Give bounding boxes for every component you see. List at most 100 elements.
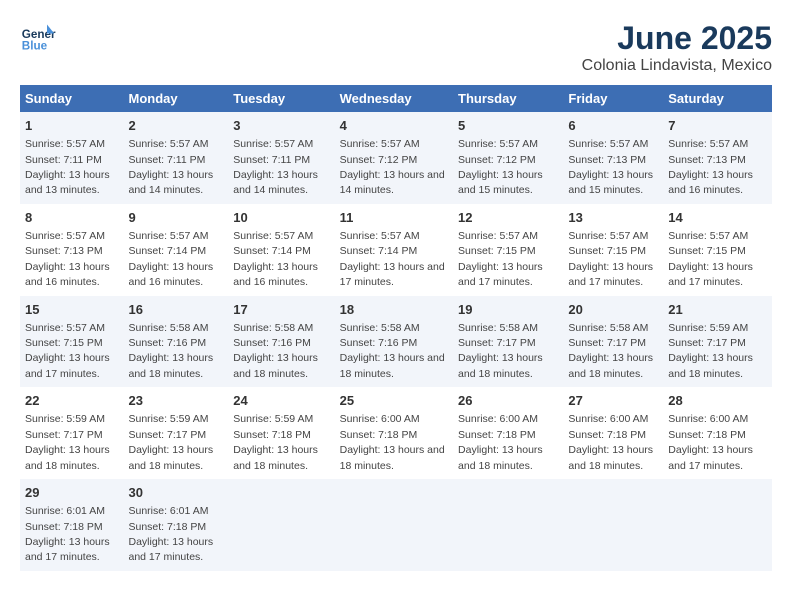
calendar-cell-week3-day1: 15 Sunrise: 5:57 AM Sunset: 7:15 PM Dayl… [20, 296, 123, 388]
calendar-header-row: Sunday Monday Tuesday Wednesday Thursday… [20, 85, 772, 112]
sunrise-info: Sunrise: 5:57 AM [458, 138, 538, 150]
calendar-week-3: 15 Sunrise: 5:57 AM Sunset: 7:15 PM Dayl… [20, 296, 772, 388]
day-number: 3 [233, 117, 329, 135]
sunrise-info: Sunrise: 5:57 AM [128, 138, 208, 150]
day-number: 14 [668, 209, 767, 227]
title-block: June 2025 Colonia Lindavista, Mexico [582, 20, 772, 75]
sunset-info: Sunset: 7:17 PM [25, 429, 103, 441]
calendar-cell-week3-day7: 21 Sunrise: 5:59 AM Sunset: 7:17 PM Dayl… [663, 296, 772, 388]
day-number: 9 [128, 209, 223, 227]
sunrise-info: Sunrise: 6:00 AM [668, 413, 748, 425]
sunrise-info: Sunrise: 6:00 AM [340, 413, 420, 425]
sunrise-info: Sunrise: 5:57 AM [233, 230, 313, 242]
calendar-cell-week2-day3: 10 Sunrise: 5:57 AM Sunset: 7:14 PM Dayl… [228, 204, 334, 296]
sunset-info: Sunset: 7:13 PM [25, 245, 103, 257]
sunrise-info: Sunrise: 5:57 AM [128, 230, 208, 242]
calendar-cell-week5-day4 [335, 479, 453, 571]
sunrise-info: Sunrise: 5:59 AM [25, 413, 105, 425]
day-number: 29 [25, 484, 118, 502]
logo-icon: General Blue [20, 20, 56, 56]
daylight-info: Daylight: 13 hours and 16 minutes. [233, 261, 318, 288]
calendar-cell-week1-day6: 6 Sunrise: 5:57 AM Sunset: 7:13 PM Dayli… [563, 112, 663, 204]
day-number: 20 [568, 301, 658, 319]
day-number: 2 [128, 117, 223, 135]
calendar-cell-week1-day3: 3 Sunrise: 5:57 AM Sunset: 7:11 PM Dayli… [228, 112, 334, 204]
calendar-cell-week4-day6: 27 Sunrise: 6:00 AM Sunset: 7:18 PM Dayl… [563, 387, 663, 479]
sunrise-info: Sunrise: 5:57 AM [340, 230, 420, 242]
calendar-cell-week2-day7: 14 Sunrise: 5:57 AM Sunset: 7:15 PM Dayl… [663, 204, 772, 296]
sunset-info: Sunset: 7:16 PM [340, 337, 418, 349]
daylight-info: Daylight: 13 hours and 18 minutes. [25, 444, 110, 471]
day-number: 26 [458, 392, 558, 410]
sunset-info: Sunset: 7:17 PM [568, 337, 646, 349]
day-number: 8 [25, 209, 118, 227]
daylight-info: Daylight: 13 hours and 14 minutes. [233, 169, 318, 196]
daylight-info: Daylight: 13 hours and 17 minutes. [128, 536, 213, 563]
sunset-info: Sunset: 7:18 PM [568, 429, 646, 441]
sunrise-info: Sunrise: 5:58 AM [340, 322, 420, 334]
calendar-cell-week2-day1: 8 Sunrise: 5:57 AM Sunset: 7:13 PM Dayli… [20, 204, 123, 296]
sunrise-info: Sunrise: 5:57 AM [340, 138, 420, 150]
sunset-info: Sunset: 7:13 PM [568, 154, 646, 166]
sunset-info: Sunset: 7:18 PM [668, 429, 746, 441]
calendar-week-5: 29 Sunrise: 6:01 AM Sunset: 7:18 PM Dayl… [20, 479, 772, 571]
calendar-cell-week4-day2: 23 Sunrise: 5:59 AM Sunset: 7:17 PM Dayl… [123, 387, 228, 479]
calendar-cell-week5-day2: 30 Sunrise: 6:01 AM Sunset: 7:18 PM Dayl… [123, 479, 228, 571]
day-number: 7 [668, 117, 767, 135]
calendar-week-4: 22 Sunrise: 5:59 AM Sunset: 7:17 PM Dayl… [20, 387, 772, 479]
daylight-info: Daylight: 13 hours and 15 minutes. [568, 169, 653, 196]
day-number: 11 [340, 209, 448, 227]
page-header: General Blue June 2025 Colonia Lindavist… [20, 20, 772, 75]
day-number: 21 [668, 301, 767, 319]
sunset-info: Sunset: 7:15 PM [668, 245, 746, 257]
day-number: 24 [233, 392, 329, 410]
day-number: 12 [458, 209, 558, 227]
calendar-week-1: 1 Sunrise: 5:57 AM Sunset: 7:11 PM Dayli… [20, 112, 772, 204]
day-number: 5 [458, 117, 558, 135]
daylight-info: Daylight: 13 hours and 17 minutes. [668, 261, 753, 288]
calendar-cell-week5-day5 [453, 479, 563, 571]
calendar-cell-week2-day6: 13 Sunrise: 5:57 AM Sunset: 7:15 PM Dayl… [563, 204, 663, 296]
daylight-info: Daylight: 13 hours and 16 minutes. [668, 169, 753, 196]
calendar-cell-week5-day7 [663, 479, 772, 571]
day-number: 28 [668, 392, 767, 410]
sunset-info: Sunset: 7:15 PM [568, 245, 646, 257]
calendar-cell-week3-day5: 19 Sunrise: 5:58 AM Sunset: 7:17 PM Dayl… [453, 296, 563, 388]
calendar-cell-week4-day1: 22 Sunrise: 5:59 AM Sunset: 7:17 PM Dayl… [20, 387, 123, 479]
sunset-info: Sunset: 7:14 PM [340, 245, 418, 257]
daylight-info: Daylight: 13 hours and 15 minutes. [458, 169, 543, 196]
day-number: 16 [128, 301, 223, 319]
day-number: 19 [458, 301, 558, 319]
calendar-cell-week1-day5: 5 Sunrise: 5:57 AM Sunset: 7:12 PM Dayli… [453, 112, 563, 204]
sunrise-info: Sunrise: 5:59 AM [233, 413, 313, 425]
day-number: 15 [25, 301, 118, 319]
sunset-info: Sunset: 7:12 PM [340, 154, 418, 166]
daylight-info: Daylight: 13 hours and 18 minutes. [458, 444, 543, 471]
daylight-info: Daylight: 13 hours and 18 minutes. [568, 352, 653, 379]
calendar-cell-week5-day3 [228, 479, 334, 571]
calendar-cell-week5-day1: 29 Sunrise: 6:01 AM Sunset: 7:18 PM Dayl… [20, 479, 123, 571]
sunset-info: Sunset: 7:18 PM [128, 521, 206, 533]
sunrise-info: Sunrise: 5:58 AM [568, 322, 648, 334]
daylight-info: Daylight: 13 hours and 17 minutes. [25, 352, 110, 379]
daylight-info: Daylight: 13 hours and 16 minutes. [128, 261, 213, 288]
calendar-cell-week3-day6: 20 Sunrise: 5:58 AM Sunset: 7:17 PM Dayl… [563, 296, 663, 388]
sunrise-info: Sunrise: 5:57 AM [568, 138, 648, 150]
calendar-cell-week4-day3: 24 Sunrise: 5:59 AM Sunset: 7:18 PM Dayl… [228, 387, 334, 479]
daylight-info: Daylight: 13 hours and 18 minutes. [128, 444, 213, 471]
daylight-info: Daylight: 13 hours and 18 minutes. [340, 352, 445, 379]
calendar-cell-week4-day4: 25 Sunrise: 6:00 AM Sunset: 7:18 PM Dayl… [335, 387, 453, 479]
sunrise-info: Sunrise: 5:57 AM [233, 138, 313, 150]
day-number: 13 [568, 209, 658, 227]
sunset-info: Sunset: 7:16 PM [233, 337, 311, 349]
daylight-info: Daylight: 13 hours and 17 minutes. [668, 444, 753, 471]
calendar-cell-week1-day2: 2 Sunrise: 5:57 AM Sunset: 7:11 PM Dayli… [123, 112, 228, 204]
daylight-info: Daylight: 13 hours and 18 minutes. [128, 352, 213, 379]
calendar-cell-week3-day3: 17 Sunrise: 5:58 AM Sunset: 7:16 PM Dayl… [228, 296, 334, 388]
calendar-table: Sunday Monday Tuesday Wednesday Thursday… [20, 85, 772, 571]
sunset-info: Sunset: 7:15 PM [458, 245, 536, 257]
sunset-info: Sunset: 7:14 PM [128, 245, 206, 257]
calendar-cell-week2-day5: 12 Sunrise: 5:57 AM Sunset: 7:15 PM Dayl… [453, 204, 563, 296]
header-wednesday: Wednesday [335, 85, 453, 112]
header-friday: Friday [563, 85, 663, 112]
